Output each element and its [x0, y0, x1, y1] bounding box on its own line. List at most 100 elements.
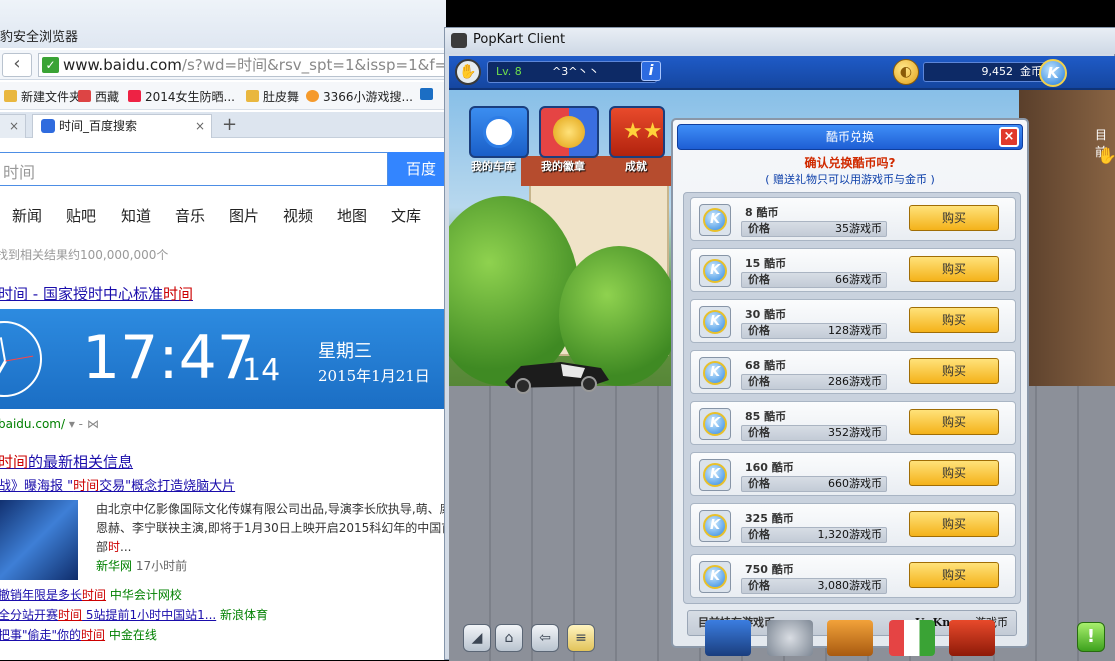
info-icon[interactable]: i: [641, 61, 661, 81]
nav-map[interactable]: 地图: [337, 205, 367, 226]
nav-zhidao[interactable]: 知道: [121, 205, 151, 226]
analog-clock-icon: [0, 321, 42, 397]
back-arrow-icon[interactable]: ⇦: [531, 624, 559, 652]
bookmark-folder[interactable]: 新建文件夹: [4, 88, 81, 105]
nav-tieba[interactable]: 贴吧: [66, 205, 96, 226]
toolbox-icon[interactable]: [949, 620, 995, 656]
tab-baidu-search[interactable]: 时间_百度搜索 ×: [32, 114, 212, 138]
nav-images[interactable]: 图片: [229, 205, 259, 226]
close-icon[interactable]: ×: [195, 115, 205, 137]
buy-button[interactable]: 购买: [909, 307, 999, 333]
alert-icon[interactable]: !: [1077, 622, 1105, 652]
taobao-icon: [128, 90, 141, 102]
clock-weekday: 星期三: [318, 341, 372, 362]
kcoin-icon: K: [699, 561, 731, 593]
bookmark-sunscreen[interactable]: 2014女生防晒...: [128, 88, 235, 105]
news-sub-link[interactable]: 战》曝海报 "时间交易"概念打造烧脑大片: [0, 475, 235, 494]
speedometer-icon[interactable]: [767, 620, 813, 656]
buy-button[interactable]: 购买: [909, 205, 999, 231]
address-bar[interactable]: ✓ www.baidu.com/s?wd=时间&rsv_spt=1&issp=1…: [38, 53, 446, 77]
result-title-link[interactable]: 时间 - 国家授时中心标准时间: [0, 283, 193, 304]
tab-previous[interactable]: ×: [0, 114, 26, 138]
price-bar: 价格 352游戏币: [741, 425, 887, 441]
kcoin-icon: K: [699, 306, 731, 338]
flag-icon[interactable]: ◢: [463, 624, 491, 652]
url-host: www.baidu.com: [63, 56, 182, 74]
buy-button[interactable]: 购买: [909, 256, 999, 282]
achievement-button[interactable]: ★★: [609, 106, 665, 158]
kcoin-icon: K: [699, 459, 731, 491]
news-thumbnail[interactable]: [0, 500, 78, 580]
home-icon[interactable]: ⌂: [495, 624, 523, 652]
nav-video[interactable]: 视频: [283, 205, 313, 226]
menu-label-badge: 我的徽章: [541, 160, 585, 173]
price-bar: 价格 3,080游戏币: [741, 578, 887, 594]
hand-icon[interactable]: ✋: [455, 59, 481, 85]
garage-kart-icon[interactable]: [705, 620, 751, 656]
news-title-link[interactable]: 时间的最新相关信息: [0, 451, 133, 472]
buy-button[interactable]: 购买: [909, 409, 999, 435]
result-cite: baidu.com/ ▾ - ⋈: [0, 417, 99, 431]
game-bottom-bar: ◢ ⌂ ⇦ ≡ !: [449, 616, 1115, 661]
shop-icon[interactable]: [827, 620, 873, 656]
dialog-question: 确认兑换酷币吗?: [804, 156, 896, 170]
price-bar: 价格 286游戏币: [741, 374, 887, 390]
buy-button[interactable]: 购买: [909, 460, 999, 486]
bookmark-xizang[interactable]: 西藏: [78, 88, 119, 105]
time-widget: 17:47 14 星期三 2015年1月21日: [0, 309, 446, 409]
film-icon: [420, 88, 433, 100]
kcoin-item: K 30 酷币 价格 128游戏币 购买: [690, 299, 1016, 343]
new-tab-icon[interactable]: +: [222, 114, 237, 135]
related-news-2[interactable]: 全分站开赛时间 5站提前1小时中国站1... 新浪体育: [0, 606, 268, 623]
close-icon[interactable]: ×: [999, 127, 1019, 147]
dialog-header: 酷币兑换 ×: [677, 124, 1023, 150]
kcoin-qty: 30 酷币: [745, 308, 787, 321]
price-bar: 价格 660游戏币: [741, 476, 887, 492]
kcoin-item: K 85 酷币 价格 352游戏币 购买: [690, 401, 1016, 445]
browser-window: 豹安全浏览器 ‹ ✓ www.baidu.com/s?wd=时间&rsv_spt…: [0, 0, 446, 660]
price-bar: 价格 35游戏币: [741, 221, 887, 237]
kcoin-qty: 160 酷币: [745, 461, 794, 474]
notepad-icon[interactable]: ≡: [567, 624, 595, 652]
kcoin-icon: K: [699, 255, 731, 287]
gold-coin-icon: ◐: [893, 59, 919, 85]
popkart-titlebar: PopKart Client: [445, 28, 1115, 54]
nav-wenku[interactable]: 文库: [391, 205, 421, 226]
kcoin-icon: K: [699, 204, 731, 236]
badge-button[interactable]: [539, 106, 599, 158]
buy-button[interactable]: 购买: [909, 511, 999, 537]
bookmark-bellydance[interactable]: 肚皮舞: [246, 88, 299, 105]
bookmark-icon: [78, 90, 91, 102]
dialog-note: ( 赠送礼物只可以用游戏币与金币 ): [765, 173, 935, 186]
browser-title: 豹安全浏览器: [0, 30, 79, 45]
price-bar: 价格 1,320游戏币: [741, 527, 887, 543]
buy-button[interactable]: 购买: [909, 562, 999, 588]
kcoin-item: K 8 酷币 价格 35游戏币 购买: [690, 197, 1016, 241]
kcoin-icon[interactable]: K: [1039, 59, 1067, 87]
star-icon: ★★: [623, 119, 663, 144]
medal-icon: [553, 116, 585, 148]
nav-music[interactable]: 音乐: [175, 205, 205, 226]
kcoin-icon: K: [699, 408, 731, 440]
kcoin-item: K 160 酷币 价格 660游戏币 购买: [690, 452, 1016, 496]
related-news-3[interactable]: 把事"偷走"你的时间 中金在线: [0, 626, 157, 643]
search-row: 时间 百度一下: [0, 152, 446, 212]
kcoin-qty: 85 酷币: [745, 410, 787, 423]
related-news-1[interactable]: 撤销年限是多长时间 中华会计网校: [0, 586, 182, 603]
buy-button[interactable]: 购买: [909, 358, 999, 384]
bookmark-video[interactable]: [420, 88, 437, 102]
garage-button[interactable]: [469, 106, 529, 158]
game-site-icon: [306, 90, 319, 102]
kcoin-list: K 8 酷币 价格 35游戏币 购买 K 15 酷币 价格 66游戏币 购买 K 3…: [683, 192, 1021, 604]
bookmark-3366[interactable]: 3366小游戏搜...: [306, 88, 413, 105]
back-button[interactable]: ‹: [2, 53, 32, 77]
tab-label: 时间_百度搜索: [59, 119, 138, 133]
popkart-window: PopKart Client ✋ Lv. 8 ^3^丶丶 i 9,452 金币 …: [444, 27, 1115, 661]
close-icon[interactable]: ×: [9, 115, 19, 137]
search-input[interactable]: 时间: [0, 152, 388, 186]
kcoin-item: K 325 酷币 价格 1,320游戏币 购买: [690, 503, 1016, 547]
popkart-app-icon: [451, 33, 467, 48]
store-front-icon[interactable]: [889, 620, 935, 656]
search-button[interactable]: 百度一下: [388, 152, 446, 212]
nav-news[interactable]: 新闻: [12, 205, 42, 226]
